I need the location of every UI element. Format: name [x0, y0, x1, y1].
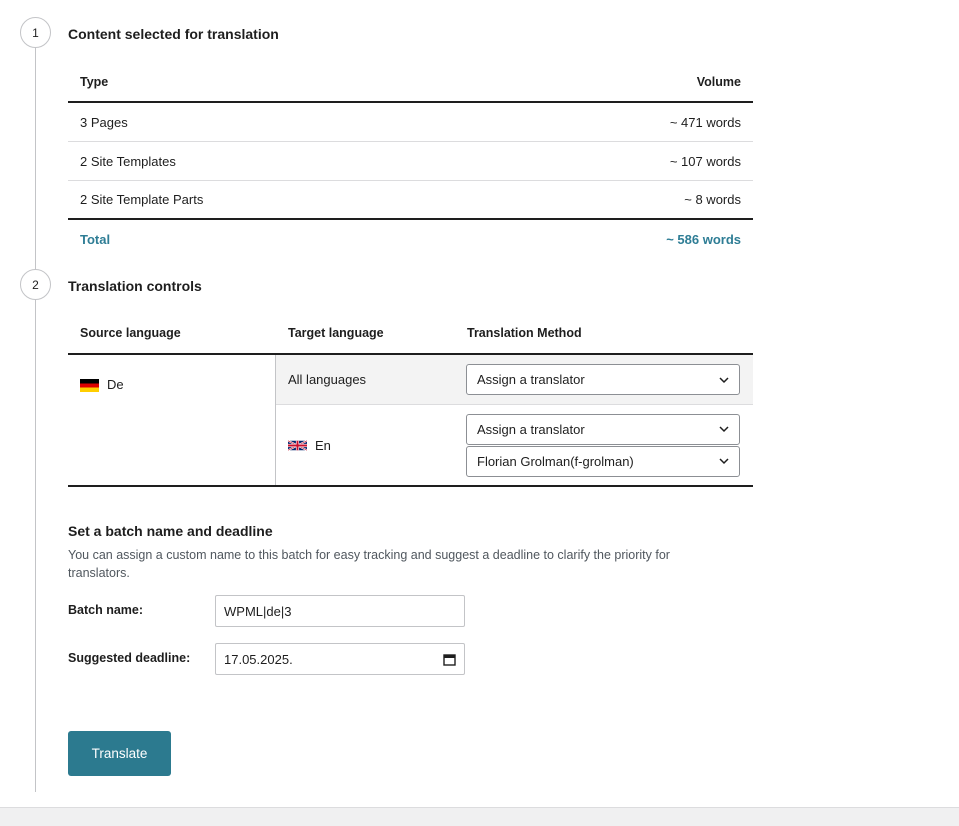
en-method-select[interactable]: Assign a translator — [466, 413, 740, 445]
suggested-deadline-input[interactable]: 17.05.2025. — [215, 643, 465, 675]
chevron-down-icon — [719, 376, 729, 383]
translation-controls-table: Source language Target language Translat… — [68, 313, 753, 487]
step-1-title: Content selected for translation — [68, 26, 279, 42]
en-translator-select[interactable]: Florian Grolman(f-grolman) — [466, 445, 740, 477]
chevron-down-icon — [719, 426, 729, 433]
step-timeline-line — [35, 46, 36, 792]
volume-table-header: Type Volume — [68, 62, 753, 103]
row-volume: ~ 107 words — [669, 153, 741, 169]
translation-method-header: Translation Method — [467, 326, 582, 340]
step-2-title: Translation controls — [68, 278, 202, 294]
row-type: 2 Site Template Parts — [80, 192, 204, 207]
select-value: Florian Grolman(f-grolman) — [477, 453, 634, 469]
select-value: Assign a translator — [477, 421, 585, 437]
volume-column-header: Volume — [696, 74, 741, 89]
footer-bar — [0, 807, 959, 826]
chevron-down-icon — [719, 458, 729, 465]
total-row: Total ~ 586 words — [68, 220, 753, 259]
all-languages-method-select[interactable]: Assign a translator — [466, 364, 740, 395]
translate-button[interactable]: Translate — [68, 731, 171, 776]
batch-name-value: WPML|de|3 — [224, 603, 292, 619]
volume-table: Type Volume 3 Pages ~ 471 words 2 Site T… — [68, 62, 753, 259]
table-row: 2 Site Template Parts ~ 8 words — [68, 181, 753, 220]
suggested-deadline-label: Suggested deadline: — [68, 651, 191, 665]
step-1-number: 1 — [32, 25, 39, 40]
controls-table-header: Source language Target language Translat… — [68, 313, 753, 355]
row-volume: ~ 8 words — [684, 192, 741, 207]
calendar-icon[interactable] — [443, 653, 456, 666]
step-2-circle: 2 — [20, 269, 51, 300]
en-language-row: En Assign a translator Florian Grolman(f… — [276, 405, 753, 485]
step-2-number: 2 — [32, 277, 39, 292]
type-column-header: Type — [80, 74, 109, 89]
flag-gb-icon — [288, 439, 307, 451]
total-volume: ~ 586 words — [666, 232, 741, 247]
en-language-cell: En — [276, 438, 466, 453]
controls-table-body: De All languages Assign a translator En … — [68, 355, 753, 487]
deadline-value: 17.05.2025. — [224, 651, 293, 667]
table-row: 2 Site Templates ~ 107 words — [68, 142, 753, 181]
en-language-label: En — [315, 437, 331, 453]
row-type: 2 Site Templates — [80, 153, 176, 169]
batch-description: You can assign a custom name to this bat… — [68, 548, 670, 580]
source-language-cell: De — [68, 355, 276, 485]
source-language-label: De — [107, 377, 124, 392]
source-language-header: Source language — [80, 326, 181, 340]
table-row: 3 Pages ~ 471 words — [68, 103, 753, 142]
total-label: Total — [80, 232, 111, 247]
all-languages-row: All languages Assign a translator — [276, 355, 753, 405]
target-languages-column: All languages Assign a translator En Ass… — [276, 355, 753, 485]
batch-name-input[interactable]: WPML|de|3 — [215, 595, 465, 627]
en-method-selects: Assign a translator Florian Grolman(f-gr… — [466, 413, 740, 477]
row-volume: ~ 471 words — [669, 114, 741, 130]
batch-name-label: Batch name: — [68, 603, 144, 617]
all-languages-label: All languages — [288, 372, 367, 387]
row-type: 3 Pages — [80, 114, 128, 130]
step-1-circle: 1 — [20, 17, 51, 48]
select-value: Assign a translator — [477, 372, 585, 387]
batch-section-title: Set a batch name and deadline — [68, 523, 273, 539]
flag-de-icon — [80, 379, 99, 392]
target-language-header: Target language — [288, 326, 384, 340]
